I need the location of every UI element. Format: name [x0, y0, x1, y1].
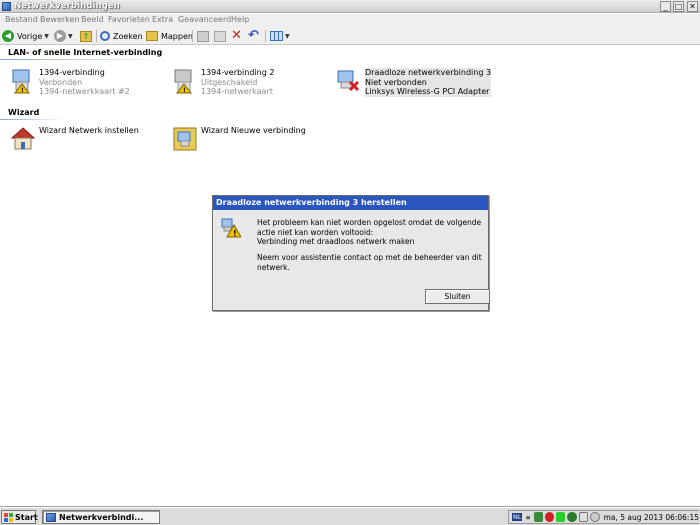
views-icon [270, 31, 283, 41]
system-tray: NL « ma, 5 aug 2013 06:06:15 [508, 510, 699, 524]
move-to-button[interactable] [197, 28, 209, 44]
search-label: Zoeken [113, 31, 143, 41]
new-connection-wizard-icon [173, 127, 197, 151]
folders-icon [146, 31, 158, 41]
connection-1394[interactable]: ! 1394-verbinding Verbonden 1394-netwerk… [10, 68, 160, 98]
warning-icon: ! [221, 218, 241, 238]
minimize-button[interactable]: _ [660, 1, 671, 12]
menu-extra[interactable]: Extra [152, 15, 173, 24]
network-connections-icon [46, 512, 56, 522]
toolbar: ◀ Vorige ▼ ▶ ▼ ↑ Zoeken Mappen ✕ ↶ ▼ [0, 27, 700, 45]
undo-icon: ↶ [248, 28, 259, 43]
wizard-name: Wizard Nieuwe verbinding [201, 126, 306, 135]
repair-dialog: Draadloze netwerkverbinding 3 herstellen… [212, 195, 490, 311]
language-indicator[interactable]: NL [512, 513, 523, 521]
taskbar-item-netwerkverbindingen[interactable]: Netwerkverbindi... [42, 510, 160, 524]
tray-update-icon[interactable] [567, 512, 577, 522]
dropdown-arrow-icon: ▼ [68, 32, 73, 40]
menu-geavanceerd[interactable]: Geavanceerd [178, 15, 231, 24]
folders-label: Mappen [161, 31, 193, 41]
toolbar-separator [96, 30, 97, 42]
views-button[interactable]: ▼ [270, 28, 290, 44]
show-hidden-icons-chevron-icon[interactable]: « [525, 513, 530, 522]
connection-device: Linksys Wireless-G PCI Adapter [365, 87, 492, 97]
dialog-action: Verbinding met draadloos netwerk maken [257, 237, 415, 246]
connection-status: Uitgeschakeld [201, 77, 258, 87]
delete-button[interactable]: ✕ [231, 28, 242, 44]
connection-1394-2[interactable]: ! 1394-verbinding 2 Uitgeschakeld 1394-n… [172, 68, 322, 98]
connection-name: 1394-verbinding 2 [201, 68, 275, 77]
menu-bar: Bestand Bewerken Beeld Favorieten Extra … [0, 14, 700, 27]
start-label: Start [15, 512, 38, 522]
search-button[interactable]: Zoeken [100, 28, 143, 44]
toolbar-separator [265, 30, 266, 42]
clock[interactable]: ma, 5 aug 2013 06:06:15 [604, 513, 699, 522]
dialog-message: Het probleem kan niet worden opgelost om… [257, 218, 482, 237]
tray-app-icon[interactable] [533, 512, 543, 522]
wizard-name: Wizard Netwerk instellen [39, 126, 139, 135]
connection-device: 1394-netwerkkaart #2 [39, 87, 130, 96]
back-button[interactable]: ◀ Vorige ▼ [2, 28, 49, 44]
up-folder-button[interactable]: ↑ [80, 28, 92, 44]
connection-device: 1394-netwerkaart [201, 87, 273, 96]
toolbar-separator [192, 30, 193, 42]
wireless-connection-error-icon [337, 70, 360, 92]
menu-bestand[interactable]: Bestand [5, 15, 38, 24]
group-divider [0, 119, 160, 120]
dropdown-arrow-icon: ▼ [44, 32, 49, 40]
tray-status-icon[interactable] [556, 512, 566, 522]
menu-favorieten[interactable]: Favorieten [108, 15, 150, 24]
home-network-wizard-icon [10, 127, 36, 150]
svg-text:!: ! [183, 87, 186, 94]
dropdown-arrow-icon: ▼ [285, 32, 290, 40]
copy-to-icon [214, 30, 226, 42]
taskbar: Start Netwerkverbindi... NL « ma, 5 aug … [0, 507, 700, 525]
maximize-button[interactable]: □ [673, 1, 684, 12]
taskbar-item-label: Netwerkverbindi... [59, 512, 144, 522]
sluiten-button[interactable]: Sluiten [425, 289, 490, 304]
connection-status: Verbonden [39, 77, 83, 87]
svg-text:!: ! [233, 229, 237, 238]
forward-button[interactable]: ▶ ▼ [54, 28, 73, 44]
copy-to-button[interactable] [214, 28, 226, 44]
wizard-new-connection[interactable]: Wizard Nieuwe verbinding [172, 126, 306, 156]
undo-button[interactable]: ↶ [248, 28, 259, 44]
wizard-network-setup[interactable]: Wizard Netwerk instellen [10, 126, 140, 156]
dialog-advice: Neem voor assistentie contact op met de … [257, 253, 482, 272]
close-button[interactable]: ✕ [687, 1, 698, 12]
connection-status: Niet verbonden [365, 77, 492, 87]
forward-arrow-icon: ▶ [54, 30, 66, 42]
group-header-wizard: Wizard [8, 108, 40, 117]
start-button[interactable]: Start [1, 510, 38, 524]
back-arrow-icon: ◀ [2, 30, 14, 42]
menu-bewerken[interactable]: Bewerken [40, 15, 80, 24]
network-connection-disabled-icon: ! [174, 69, 193, 94]
connection-name: Draadloze netwerkverbinding 3 [365, 68, 492, 78]
svg-text:!: ! [21, 87, 24, 94]
menu-help[interactable]: Help [231, 15, 249, 24]
tray-network-icon[interactable] [578, 512, 589, 522]
delete-x-icon: ✕ [231, 28, 242, 43]
group-divider [0, 59, 420, 60]
move-to-icon [197, 30, 209, 42]
connection-wireless-3[interactable]: Draadloze netwerkverbinding 3 Niet verbo… [336, 68, 492, 98]
folders-button[interactable]: Mappen [146, 28, 193, 44]
network-connection-icon: ! [12, 69, 31, 94]
window-title-bar[interactable]: Netwerkverbindingen _ □ ✕ [0, 0, 700, 13]
window-title: Netwerkverbindingen [14, 1, 120, 11]
menu-beeld[interactable]: Beeld [81, 15, 104, 24]
network-connections-icon [2, 2, 11, 11]
windows-logo-icon [4, 512, 13, 522]
tray-alert-icon[interactable] [544, 512, 555, 522]
volume-icon[interactable] [590, 512, 600, 522]
connection-name: 1394-verbinding [39, 68, 105, 77]
search-icon [100, 31, 110, 41]
dialog-title: Draadloze netwerkverbinding 3 herstellen [213, 196, 488, 210]
group-header-lan: LAN- of snelle Internet-verbinding [8, 48, 163, 57]
folder-up-icon: ↑ [80, 30, 92, 42]
back-label: Vorige [17, 31, 43, 41]
